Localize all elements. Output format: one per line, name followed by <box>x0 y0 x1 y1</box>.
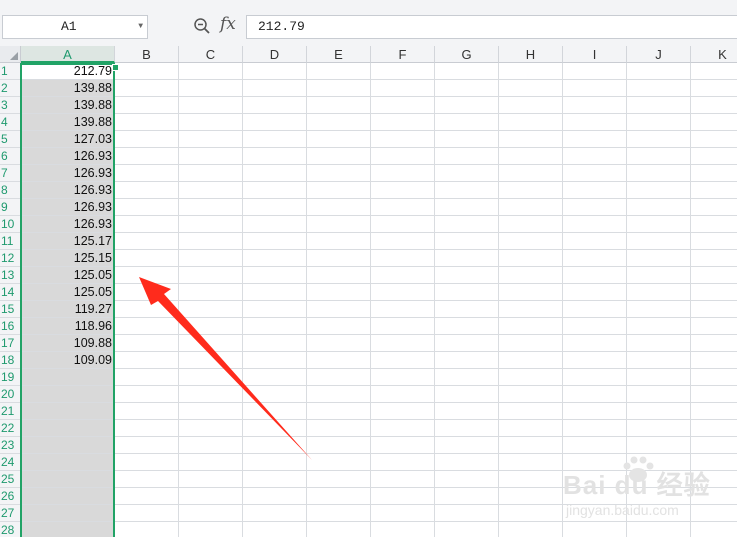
watermark-logo: Bai du 经验 <box>563 470 711 500</box>
watermark: Bai du 经验 jingyan.baidu.com <box>563 455 713 525</box>
arrow-shape <box>139 277 312 460</box>
watermark-url: jingyan.baidu.com <box>566 502 679 518</box>
